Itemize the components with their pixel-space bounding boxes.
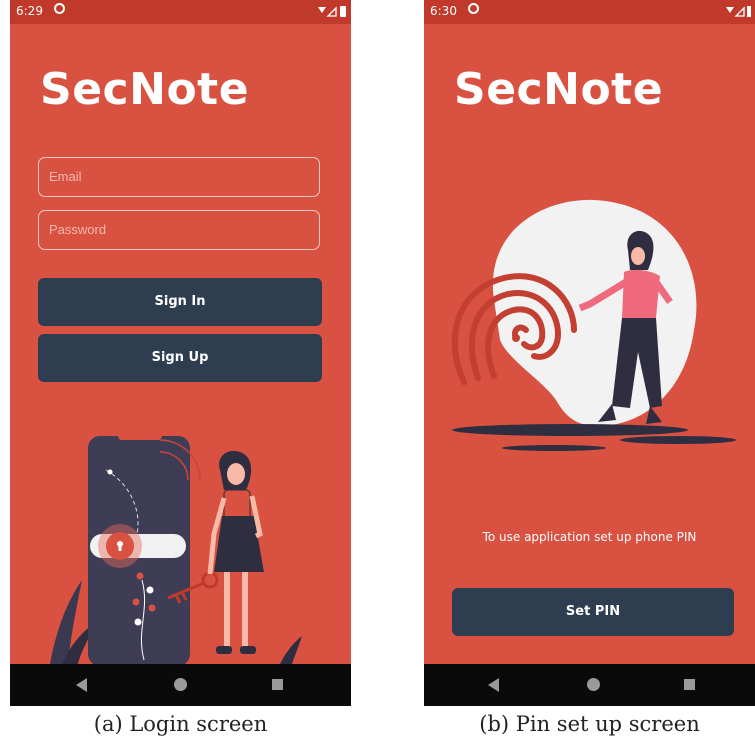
wifi-signal-battery-icon [318, 6, 346, 17]
recents-icon[interactable] [272, 679, 283, 690]
phone-lock-illustration [50, 432, 302, 666]
at-icon [468, 3, 479, 14]
nav-bar [424, 664, 755, 706]
login-screen: 6:29 SecNote Email Password Sign In Sign… [10, 0, 351, 706]
recents-icon[interactable] [684, 679, 695, 690]
status-bar: 6:30 [424, 0, 755, 24]
nav-bar [10, 664, 351, 706]
sign-up-button[interactable]: Sign Up [38, 334, 322, 382]
home-icon[interactable] [587, 678, 600, 691]
at-icon [54, 3, 65, 14]
pin-setup-screen: 6:30 SecNote To use application set up p… [424, 0, 755, 706]
set-pin-button[interactable]: Set PIN [452, 588, 734, 636]
caption-login: (a) Login screen [93, 712, 268, 736]
status-bar: 6:29 [10, 0, 351, 24]
app-title: SecNote [454, 64, 664, 115]
email-field[interactable]: Email [38, 157, 320, 197]
back-icon[interactable] [488, 678, 499, 692]
fingerprint-illustration [451, 199, 736, 451]
status-time: 6:29 [16, 4, 43, 18]
password-field[interactable]: Password [38, 210, 320, 250]
wifi-signal-battery-icon [726, 6, 751, 17]
app-title: SecNote [40, 64, 250, 115]
status-time: 6:30 [430, 4, 457, 18]
info-text: To use application set up phone PIN [482, 530, 697, 544]
home-icon[interactable] [174, 678, 187, 691]
caption-pin-setup: (b) Pin set up screen [479, 712, 700, 736]
back-icon[interactable] [76, 678, 87, 692]
sign-in-button[interactable]: Sign In [38, 278, 322, 326]
